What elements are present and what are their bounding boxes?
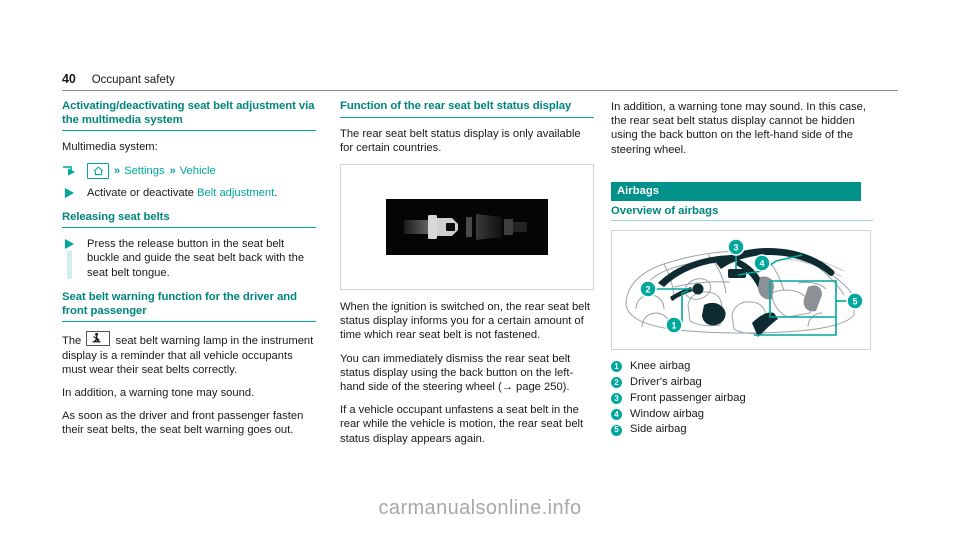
legend-badge-3: 3 [611,393,622,405]
heading-releasing-seat-belts: Releasing seat belts [62,210,170,223]
instruction-text-suffix: . [274,187,278,200]
multimedia-system-intro: Multimedia system: [62,141,158,154]
path-separator-1: » [114,165,120,178]
header-divider [62,90,898,91]
nav-item-vehicle[interactable]: Vehicle [180,165,216,177]
heading-underline [340,116,594,118]
warning-lamp-paragraph: The seat belt warning lamp in the instru… [62,331,316,377]
page-number: 40 [62,72,76,86]
page-header: 40 Occupant safety [62,72,898,91]
legend-label-front-passenger-airbag: Front passenger airbag [630,391,746,404]
nav-item-settings[interactable]: Settings [124,165,164,177]
instruction-release-text: Press the release button in the seat bel… [87,238,305,279]
legend-label-side-airbag: Side airbag [630,423,687,436]
legend-badge-2: 2 [611,377,622,389]
svg-text:4: 4 [759,258,764,268]
legend-badge-1: 1 [611,361,622,373]
seat-belt-warning-lamp-icon [86,331,111,347]
ignition-switched-on-text: When the ignition is switched on, the re… [340,301,590,342]
column-middle: Function of the rear seat belt status di… [340,100,594,455]
hook-arrow-icon [63,166,75,176]
legend-item: 5 Side airbag [611,422,873,437]
manual-page: 40 Occupant safety Activating/deactivati… [0,0,960,533]
page-cross-reference[interactable]: → page 250 [502,381,563,393]
airbag-overview-diagram: 1 2 3 4 5 [611,229,871,350]
svg-text:2: 2 [645,284,650,294]
site-watermark: carmanualsonline.info [378,497,582,519]
page-title: Occupant safety [91,74,175,86]
section-banner-airbags: Airbags [611,181,861,201]
heading-underline [62,321,316,323]
home-icon[interactable] [87,163,109,180]
airbag-legend: 1 Knee airbag 2 Driver's airbag 3 Front … [611,359,873,438]
legend-badge-4: 4 [611,409,622,421]
warning-tone-cannot-hide-text: In addition, a warning tone may sound. I… [611,101,866,156]
multimedia-nav-path: » Settings » Vehicle [62,163,316,180]
instruction-text-prefix: Activate or deactivate [87,187,198,200]
heading-rear-status-display: Function of the rear seat belt status di… [340,100,572,112]
instruction-activate-deactivate: Activate or deactivate Belt adjustment. [62,186,316,200]
legend-item: 3 Front passenger airbag [611,391,873,406]
rear-status-availability-text: The rear seat belt status display is onl… [340,127,581,154]
lcd-screen [386,199,548,255]
rear-seat-belt-status-display-image [340,164,594,290]
legend-label-window-airbag: Window airbag [630,407,704,420]
legend-item: 4 Window airbag [611,407,873,422]
heading-overview-of-airbags: Overview of airbags [611,204,719,217]
legend-item: 2 Driver's airbag [611,375,873,390]
svg-text:5: 5 [852,296,857,306]
column-left: Activating/deactivating seat belt adjust… [62,100,316,447]
triangle-bullet-icon [65,239,74,250]
svg-text:3: 3 [733,242,738,252]
heading-activating-deactivating: Activating/deactivating seat belt adjust… [62,100,315,126]
path-separator-2: » [169,165,176,178]
svg-text:1: 1 [671,320,676,330]
warning-lamp-text-before: The [62,335,82,348]
warning-goes-out-paragraph: As soon as the driver and front passenge… [62,410,304,437]
column-right: In addition, a warning tone may sound. I… [611,100,873,438]
instruction-accent-bar [67,251,72,280]
belt-adjustment-link[interactable]: Belt adjustment [197,187,274,199]
heading-seat-belt-warning-function: Seat belt warning function for the drive… [62,291,298,317]
instruction-release-button: Press the release button in the seat bel… [62,237,316,281]
content-columns: Activating/deactivating seat belt adjust… [62,100,898,500]
unfasten-in-rear-text: If a vehicle occupant unfastens a seat b… [340,404,584,445]
legend-badge-5: 5 [611,424,622,436]
legend-label-drivers-airbag: Driver's airbag [630,375,702,388]
legend-item: 1 Knee airbag [611,359,873,374]
dismiss-display-text: You can immediately dismiss the rear sea… [340,352,594,395]
dismiss-text-b: ). [562,381,570,394]
legend-label-knee-airbag: Knee airbag [630,359,691,372]
warning-tone-paragraph: In addition, a warning tone may sound. [62,386,255,399]
heading-underline [62,227,316,229]
heading-underline [611,219,873,221]
heading-underline [62,130,316,132]
triangle-bullet-icon [65,188,74,199]
